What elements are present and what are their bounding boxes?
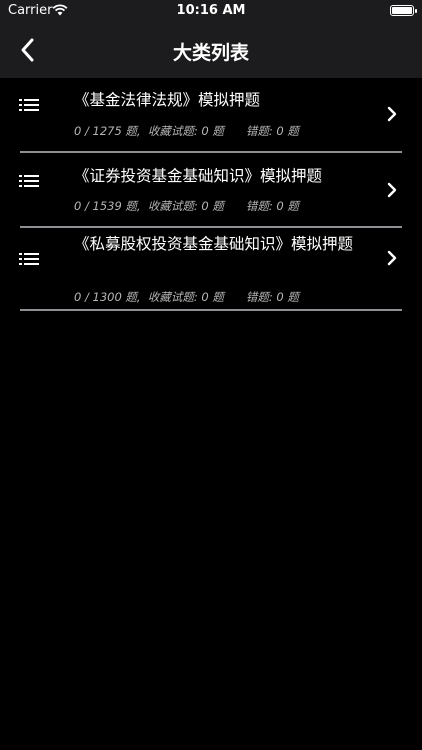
- status-bar: Carrier 10:16 AM: [0, 0, 422, 22]
- item-stats: 0 / 1539 题, 收藏试题: 0 题 错题: 0 题: [74, 199, 299, 213]
- item-title: 《证券投资基金基础知识》模拟押题: [74, 167, 323, 185]
- list-icon: [19, 99, 39, 111]
- item-title: 《基金法律法规》模拟押题: [74, 91, 261, 109]
- clock: 10:16 AM: [176, 3, 246, 18]
- chevron-right-icon: [387, 106, 397, 122]
- row-divider: [20, 226, 402, 228]
- chevron-right-icon: [387, 250, 397, 266]
- battery-icon: [390, 5, 417, 16]
- list-item[interactable]: 《私募股权投资基金基础知识》模拟押题 0 / 1300 题, 收藏试题: 0 题…: [0, 230, 422, 312]
- item-title: 《私募股权投资基金基础知识》模拟押题: [74, 235, 354, 253]
- list-icon: [19, 253, 39, 265]
- list-icon: [19, 175, 39, 187]
- item-stats: 0 / 1275 题, 收藏试题: 0 题 错题: 0 题: [74, 124, 299, 138]
- list-item[interactable]: 《证券投资基金基础知识》模拟押题 0 / 1539 题, 收藏试题: 0 题 错…: [0, 154, 422, 230]
- row-divider: [20, 309, 402, 311]
- chevron-right-icon: [387, 182, 397, 198]
- row-divider: [20, 151, 402, 153]
- navigation-bar: 大类列表: [0, 22, 422, 78]
- page-title: 大类列表: [172, 42, 249, 64]
- list-item[interactable]: 《基金法律法规》模拟押题 0 / 1275 题, 收藏试题: 0 题 错题: 0…: [0, 78, 422, 154]
- item-stats: 0 / 1300 题, 收藏试题: 0 题 错题: 0 题: [74, 290, 299, 304]
